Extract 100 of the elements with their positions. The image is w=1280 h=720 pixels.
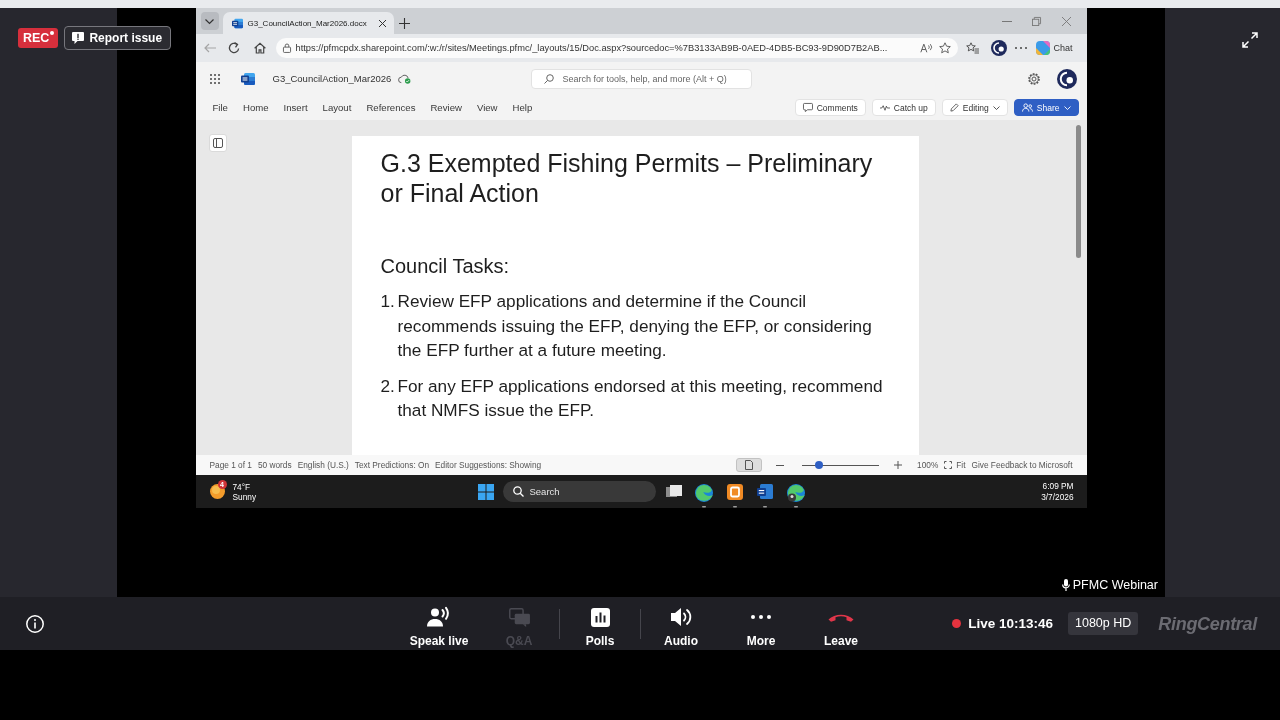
temperature[interactable]: 74°F bbox=[232, 481, 257, 492]
section-heading: Council Tasks: bbox=[380, 254, 511, 278]
status-item[interactable]: Text Predictions: On bbox=[354, 459, 430, 471]
info-icon[interactable] bbox=[26, 614, 44, 633]
caret-icon bbox=[992, 105, 1000, 110]
app-tile-icon[interactable] bbox=[726, 483, 743, 508]
task-text: For any EFP applications endorsed at this meeting, recommend that NMFS issue the EFP. bbox=[397, 374, 884, 422]
menu-tab[interactable]: Layout bbox=[322, 101, 352, 114]
document-title: G.3 Exempted Fishing Permits – Preliminary or Final Action bbox=[380, 148, 874, 208]
list-number: 1. bbox=[380, 290, 396, 313]
menu-tab[interactable]: Insert bbox=[283, 101, 308, 114]
speaker-icon bbox=[670, 607, 692, 627]
home-icon[interactable] bbox=[253, 42, 266, 54]
people-icon bbox=[1021, 103, 1033, 112]
audio-button[interactable]: Audio bbox=[641, 597, 721, 650]
task-text: Review EFP applications and determine if the Council recommends issuing the EFP, denying the EFP, or considering the EFP further at a future meeting. bbox=[397, 290, 873, 362]
presenter-name: PFMC Webinar bbox=[1072, 577, 1158, 593]
zoom-level[interactable]: 100% bbox=[917, 459, 939, 471]
comments-button[interactable]: Comments bbox=[794, 99, 866, 116]
person-speaking-icon bbox=[427, 607, 451, 627]
clock-time[interactable]: 6:09 PM bbox=[1042, 480, 1074, 492]
status-item[interactable]: English (U.S.) bbox=[297, 459, 349, 471]
settings-icon[interactable] bbox=[1026, 71, 1041, 86]
scrollbar-thumb[interactable] bbox=[1075, 125, 1081, 258]
taskbar-search-field[interactable]: Search bbox=[502, 481, 656, 502]
restore-icon[interactable] bbox=[1032, 16, 1041, 26]
editing-mode-button[interactable]: Editing bbox=[941, 99, 1008, 116]
close-icon[interactable] bbox=[378, 19, 386, 27]
recording-dot-icon bbox=[50, 31, 55, 35]
status-item[interactable]: Editor Suggestions: Showing bbox=[435, 459, 542, 471]
lock-icon bbox=[282, 43, 291, 53]
more-button[interactable]: More bbox=[721, 597, 801, 650]
pulse-icon bbox=[879, 104, 890, 111]
video-quality-badge: 1080p HD bbox=[1068, 612, 1139, 635]
panel-toggle-button[interactable] bbox=[208, 134, 227, 152]
status-item: 50 words bbox=[257, 459, 292, 471]
fullscreen-icon[interactable] bbox=[1242, 32, 1258, 48]
search-field[interactable]: Search for tools, help, and more (Alt + Q) bbox=[530, 68, 752, 89]
report-issue-button[interactable]: Report issue bbox=[64, 26, 172, 50]
profile-avatar-icon[interactable] bbox=[990, 40, 1007, 56]
windows-start-icon[interactable] bbox=[477, 483, 494, 500]
plus-icon[interactable] bbox=[894, 461, 903, 469]
tab-actions-button[interactable] bbox=[200, 12, 219, 30]
minimize-icon[interactable] bbox=[1001, 20, 1012, 22]
list-number: 2. bbox=[380, 374, 396, 398]
print-layout-button[interactable] bbox=[736, 458, 763, 472]
chevron-down-icon bbox=[205, 18, 214, 24]
recording-label: REC bbox=[23, 31, 50, 45]
weather-condition[interactable]: Sunny bbox=[232, 491, 257, 502]
alert-bubble-icon bbox=[72, 32, 85, 44]
menu-tab[interactable]: File bbox=[212, 101, 228, 114]
clock-date[interactable]: 3/7/2026 bbox=[1041, 491, 1074, 503]
menu-tab[interactable]: Home bbox=[242, 101, 269, 114]
zoom-slider-thumb[interactable] bbox=[815, 461, 823, 469]
fit-icon bbox=[944, 461, 953, 469]
menu-tab[interactable]: Review bbox=[430, 101, 462, 114]
menu-tab[interactable]: View bbox=[476, 101, 498, 114]
menu-tab[interactable]: Help bbox=[512, 101, 533, 114]
refresh-icon[interactable] bbox=[227, 42, 240, 54]
cloud-check-icon[interactable] bbox=[398, 73, 412, 84]
speak-live-button[interactable]: Speak live bbox=[399, 597, 479, 650]
microphone-icon bbox=[1061, 579, 1070, 591]
address-bar[interactable]: https://pfmcpdx.sharepoint.com/:w:/r/sites/Meetings.pfmc/_layouts/15/Doc.aspx?sourcedoc=%7B3133AB9B-0AED-4DB5-BC93-9D90D7B2AB... bbox=[275, 38, 958, 58]
polls-button[interactable]: Polls bbox=[560, 597, 640, 650]
zoom-slider[interactable] bbox=[802, 460, 880, 470]
menu-tab[interactable]: References bbox=[366, 101, 416, 114]
star-icon[interactable] bbox=[938, 42, 951, 54]
fit-button[interactable]: Fit bbox=[944, 459, 966, 471]
document-icon bbox=[240, 71, 255, 86]
status-item: Page 1 of 1 bbox=[209, 459, 252, 471]
feedback-link[interactable]: Give Feedback to Microsoft bbox=[971, 459, 1073, 471]
globe-icon[interactable] bbox=[694, 483, 713, 508]
profile-avatar-icon[interactable] bbox=[1056, 68, 1077, 89]
share-button[interactable]: Share bbox=[1013, 99, 1079, 116]
live-timer: Live 10:13:46 bbox=[968, 615, 1053, 632]
weather-sun-icon[interactable] bbox=[209, 484, 225, 499]
minus-icon[interactable] bbox=[776, 464, 785, 466]
document-app-icon[interactable] bbox=[756, 483, 773, 508]
plus-icon[interactable] bbox=[398, 18, 410, 29]
phone-hang-up-icon bbox=[828, 612, 854, 622]
browser-tab[interactable]: G3_CouncilAction_Mar2026.docx bbox=[222, 12, 394, 34]
search-icon bbox=[512, 486, 524, 497]
leave-button[interactable]: Leave bbox=[801, 597, 881, 650]
side-panel-icon bbox=[212, 138, 223, 148]
bar-chart-icon bbox=[590, 607, 610, 627]
task-view-icon[interactable] bbox=[665, 484, 682, 499]
app-logo-icon bbox=[1035, 41, 1050, 55]
page-icon bbox=[745, 460, 754, 470]
favorites-icon[interactable] bbox=[965, 42, 979, 54]
app-launcher-icon[interactable] bbox=[209, 73, 220, 84]
pencil-icon bbox=[949, 103, 959, 112]
comment-icon bbox=[802, 103, 813, 112]
read-aloud-icon[interactable] bbox=[919, 43, 932, 53]
globe-avatar-icon[interactable] bbox=[786, 483, 805, 508]
catch-up-button[interactable]: Catch up bbox=[871, 99, 936, 116]
chat-button[interactable]: Chat bbox=[1035, 41, 1073, 55]
caret-icon bbox=[1063, 105, 1071, 110]
search-icon bbox=[543, 73, 554, 84]
brand-logo: RingCentral bbox=[1158, 613, 1257, 634]
document-name[interactable]: G3_CouncilAction_Mar2026 bbox=[272, 72, 392, 85]
